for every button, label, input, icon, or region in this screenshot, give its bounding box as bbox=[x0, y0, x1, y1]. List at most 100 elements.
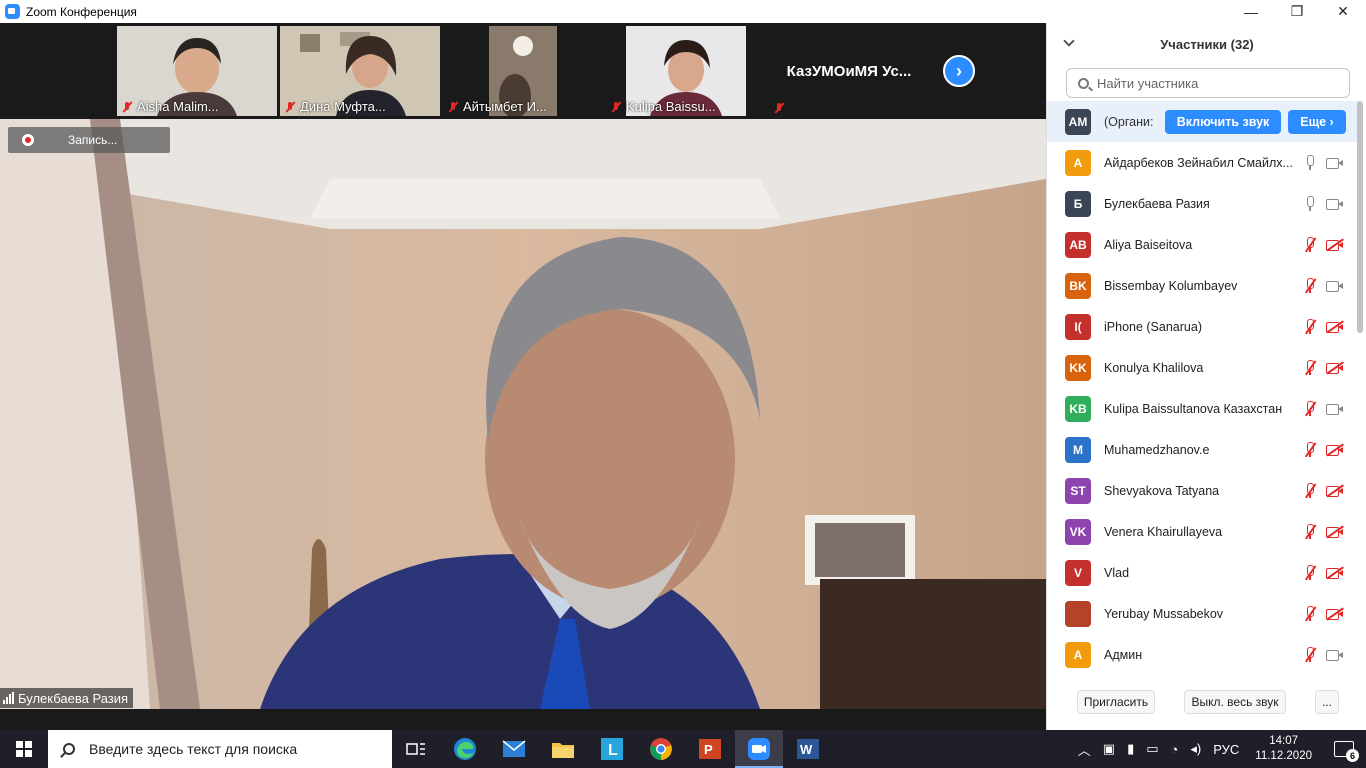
muted-mic-icon bbox=[1303, 565, 1317, 581]
muted-mic-icon bbox=[1303, 237, 1317, 253]
recording-label: Запись... bbox=[68, 133, 118, 147]
svg-text:P: P bbox=[704, 742, 713, 757]
participant-row[interactable]: KB Kulipa Baissultanova Казахстан bbox=[1047, 388, 1357, 429]
camera-off-icon bbox=[1326, 360, 1344, 374]
invite-button[interactable]: Пригласить bbox=[1077, 690, 1155, 714]
edge-taskbar-button[interactable] bbox=[441, 730, 489, 768]
microphone-icon[interactable]: ▮ bbox=[1127, 741, 1134, 757]
network-status-icon[interactable]: ▣ bbox=[1103, 741, 1115, 757]
participant-name: Kulipa Baissultanova Казахстан bbox=[1104, 401, 1283, 416]
close-button[interactable]: ✕ bbox=[1320, 0, 1366, 23]
participant-row[interactable]: Yerubay Mussabekov bbox=[1047, 593, 1357, 634]
lingualeo-taskbar-button[interactable]: L bbox=[588, 730, 636, 768]
participant-search[interactable] bbox=[1066, 68, 1350, 98]
recording-indicator[interactable]: Запись... bbox=[8, 127, 170, 153]
chevron-up-icon[interactable]: ︿ bbox=[1078, 740, 1091, 759]
thumbnail-name-tag: Aisha Malim... bbox=[121, 99, 219, 114]
more-options-button[interactable]: Еще › bbox=[1288, 110, 1346, 134]
title-bar: Zoom Конференция — ❐ ✕ bbox=[0, 0, 1366, 23]
volume-icon[interactable]: ◂) bbox=[1190, 741, 1201, 757]
chevron-down-icon[interactable] bbox=[1063, 35, 1075, 47]
record-icon bbox=[22, 134, 34, 146]
participant-status-icons bbox=[1303, 278, 1343, 294]
camera-off-icon bbox=[1326, 524, 1344, 538]
taskbar-search[interactable] bbox=[48, 730, 392, 768]
participant-row[interactable]: AB Aliya Baiseitova bbox=[1047, 224, 1357, 265]
start-button[interactable] bbox=[0, 730, 48, 768]
camera-off-icon bbox=[1326, 319, 1344, 333]
chrome-icon bbox=[650, 738, 672, 760]
avatar: V bbox=[1065, 559, 1091, 586]
next-page-button[interactable]: › bbox=[943, 55, 975, 87]
participant-name: Konulya Khalilova bbox=[1104, 360, 1204, 375]
speaker-video-frame bbox=[0, 119, 1046, 709]
system-tray: ︿ ▣ ▮ ▭ ◔ ◂) РУС 14:07 11.12.2020 6 bbox=[1072, 730, 1366, 768]
language-indicator[interactable]: РУС bbox=[1213, 742, 1239, 757]
muted-mic-icon bbox=[1303, 278, 1317, 294]
camera-icon bbox=[1326, 198, 1343, 210]
minimize-button[interactable]: — bbox=[1228, 0, 1274, 23]
word-taskbar-button[interactable]: W bbox=[784, 730, 832, 768]
participant-row[interactable]: ST Shevyakova Tatyana bbox=[1047, 470, 1357, 511]
unmute-button[interactable]: Включить звук bbox=[1165, 110, 1281, 134]
notification-count: 6 bbox=[1346, 749, 1359, 762]
participant-row-host[interactable]: AM (Органи: Включить звук Еще › bbox=[1047, 101, 1357, 142]
svg-text:L: L bbox=[608, 742, 618, 759]
muted-mic-icon bbox=[1303, 483, 1317, 499]
participant-row[interactable]: Б Булекбаева Разия bbox=[1047, 183, 1357, 224]
notifications-button[interactable]: 6 bbox=[1334, 741, 1359, 762]
participant-row[interactable]: BK Bissembay Kolumbayev bbox=[1047, 265, 1357, 306]
muted-mic-icon bbox=[284, 101, 296, 113]
participant-row[interactable]: V Vlad bbox=[1047, 552, 1357, 593]
windows-taskbar: L P W ︿ ▣ ▮ ▭ ◔ ◂) РУС 14:07 11.12.2020 … bbox=[0, 730, 1366, 768]
avatar: A bbox=[1065, 149, 1091, 176]
avatar: ST bbox=[1065, 477, 1091, 504]
video-thumbnail[interactable]: КазУМОиМЯ Ус... bbox=[769, 26, 929, 116]
chrome-taskbar-button[interactable] bbox=[637, 730, 685, 768]
participant-row[interactable]: M Muhamedzhanov.e bbox=[1047, 429, 1357, 470]
avatar: BK bbox=[1065, 272, 1091, 299]
zoom-icon bbox=[748, 738, 770, 760]
clock-date: 11.12.2020 bbox=[1255, 750, 1312, 762]
video-thumbnail[interactable]: Айтымбет И... bbox=[443, 26, 603, 116]
clock[interactable]: 14:07 11.12.2020 bbox=[1255, 734, 1312, 764]
restore-button[interactable]: ❐ bbox=[1274, 0, 1320, 23]
video-thumbnail[interactable]: Aisha Malim... bbox=[117, 26, 277, 116]
participant-row[interactable]: VK Venera Khairullayeva bbox=[1047, 511, 1357, 552]
mail-taskbar-button[interactable] bbox=[490, 730, 538, 768]
participant-status-icons bbox=[1303, 442, 1344, 458]
more-footer-button[interactable]: ... bbox=[1315, 690, 1339, 714]
participants-title: Участники (32) bbox=[1160, 36, 1254, 52]
participant-status-icons bbox=[1303, 155, 1343, 170]
participant-status-icons bbox=[1303, 360, 1344, 376]
participant-row[interactable]: A Админ bbox=[1047, 634, 1357, 675]
zoom-taskbar-button[interactable] bbox=[735, 730, 783, 768]
video-thumbnail[interactable]: Дина Муфта... bbox=[280, 26, 440, 116]
powerpoint-taskbar-button[interactable]: P bbox=[686, 730, 734, 768]
taskbar-search-input[interactable] bbox=[89, 741, 379, 757]
thumbnail-name: Aisha Malim... bbox=[137, 99, 219, 114]
avatar: VK bbox=[1065, 518, 1091, 545]
video-thumbnail[interactable]: Kulipa Baissu... bbox=[606, 26, 766, 116]
mute-all-button[interactable]: Выкл. весь звук bbox=[1184, 690, 1286, 714]
participant-name: Venera Khairullayeva bbox=[1104, 524, 1223, 539]
thumbnail-name-tag: Айтымбет И... bbox=[447, 99, 547, 114]
participant-name: iPhone (Sanarua) bbox=[1104, 319, 1202, 334]
active-speaker-name-tag: Булекбаева Разия bbox=[0, 688, 134, 708]
task-view-button[interactable] bbox=[392, 730, 440, 768]
participant-row[interactable]: I(iPhone (Sanarua) bbox=[1047, 306, 1357, 347]
thumbnail-name-tag: Kulipa Baissu... bbox=[610, 99, 716, 114]
battery-icon[interactable]: ▭ bbox=[1146, 741, 1158, 757]
file-explorer-taskbar-button[interactable] bbox=[539, 730, 587, 768]
wifi-icon[interactable]: ◔ bbox=[1171, 742, 1179, 757]
participant-name: (Органи: bbox=[1104, 114, 1154, 129]
clock-time: 14:07 bbox=[1269, 735, 1299, 747]
signal-strength-icon bbox=[3, 692, 14, 704]
participant-name: Aliya Baiseitova bbox=[1104, 237, 1193, 252]
participant-row[interactable]: KK Konulya Khalilova bbox=[1047, 347, 1357, 388]
participant-search-input[interactable] bbox=[1097, 75, 1337, 91]
avatar: M bbox=[1065, 436, 1091, 463]
thumbnail-name: Дина Муфта... bbox=[300, 99, 386, 114]
participant-list-scrollbar[interactable] bbox=[1357, 101, 1363, 333]
participant-row[interactable]: A Айдарбеков Зейнабил Смайлх... bbox=[1047, 142, 1357, 183]
